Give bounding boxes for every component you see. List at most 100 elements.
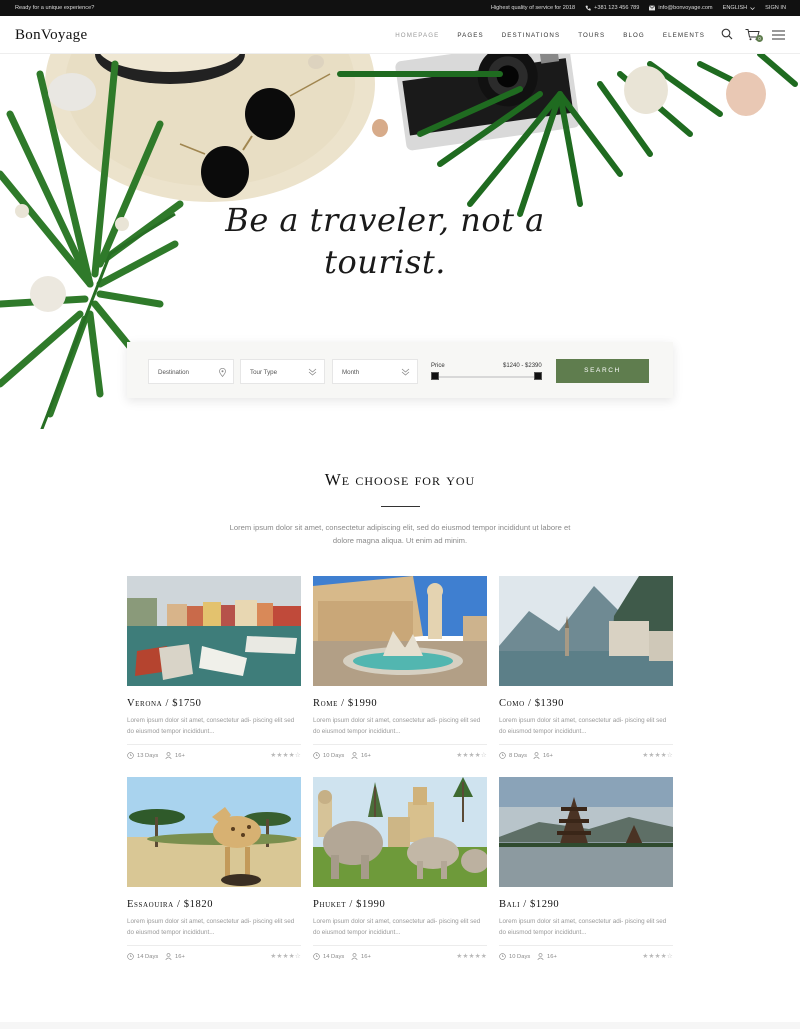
month-select[interactable]: Month <box>332 359 418 384</box>
tour-meta: 13 Days 16+ ★★★★☆ <box>127 751 301 761</box>
phone-link[interactable]: +381 123 456 789 <box>585 5 639 11</box>
top-bar: Ready for a unique experience? Highest q… <box>0 0 800 16</box>
tour-title[interactable]: Bali / $1290 <box>499 899 673 910</box>
tour-age-value: 16+ <box>547 953 557 960</box>
tour-type-placeholder: Tour Type <box>250 369 278 376</box>
price-range-value: $1240 - $2390 <box>503 363 542 369</box>
tagline: Ready for a unique experience? <box>15 5 95 11</box>
tour-card[interactable]: Bali / $1290 Lorem ipsum dolor sit amet,… <box>499 777 673 962</box>
clock-icon <box>499 752 506 759</box>
tour-age: 16+ <box>537 953 557 960</box>
tour-duration: 13 Days <box>127 752 158 759</box>
stone <box>308 55 324 69</box>
tour-meta: 10 Days 16+ ★★★★☆ <box>499 952 673 962</box>
nav-tours[interactable]: TOURS <box>578 32 605 39</box>
tour-meta: 8 Days 16+ ★★★★☆ <box>499 751 673 761</box>
tour-rating: ★★★★☆ <box>270 752 301 759</box>
tour-duration: 10 Days <box>313 752 344 759</box>
tour-title[interactable]: Rome / $1990 <box>313 698 487 709</box>
tour-age: 16+ <box>165 752 185 759</box>
logo[interactable]: BonVoyage <box>15 27 87 44</box>
price-slider-min-handle[interactable] <box>431 372 439 380</box>
language-select[interactable]: ENGLISH <box>723 5 756 11</box>
tour-card[interactable]: Rome / $1990 Lorem ipsum dolor sit amet,… <box>313 576 487 761</box>
user-icon <box>351 752 358 759</box>
tour-meta: 14 Days 16+ ★★★★☆ <box>127 952 301 962</box>
nav-elements[interactable]: ELEMENTS <box>663 32 705 39</box>
bali-photo <box>499 777 673 887</box>
tour-image-rome[interactable] <box>313 576 487 686</box>
tour-image-bali[interactable] <box>499 777 673 887</box>
tour-meta: 10 Days 16+ ★★★★☆ <box>313 751 487 761</box>
nav-pages[interactable]: PAGES <box>457 32 483 39</box>
user-icon <box>351 953 358 960</box>
tour-age: 16+ <box>351 953 371 960</box>
tour-image-phuket[interactable] <box>313 777 487 887</box>
price-slider-max-handle[interactable] <box>534 372 542 380</box>
tour-card[interactable]: Phuket / $1990 Lorem ipsum dolor sit ame… <box>313 777 487 962</box>
quality-text: Highest quality of service for 2018 <box>490 5 576 11</box>
month-placeholder: Month <box>342 369 360 376</box>
tour-age-value: 16+ <box>175 953 185 960</box>
tour-rating: ★★★★★ <box>456 953 487 960</box>
search-button[interactable] <box>721 28 733 40</box>
tour-rating: ★★★★☆ <box>642 953 673 960</box>
price-slider-track[interactable] <box>436 376 540 378</box>
tour-duration: 14 Days <box>313 953 344 960</box>
destination-field[interactable]: Destination <box>148 359 234 384</box>
stone <box>726 72 766 116</box>
rome-photo <box>313 576 487 686</box>
tour-image-como[interactable] <box>499 576 673 686</box>
phuket-photo <box>313 777 487 887</box>
tour-age: 16+ <box>533 752 553 759</box>
como-photo <box>499 576 673 686</box>
clock-icon <box>499 953 506 960</box>
mail-icon <box>649 5 656 11</box>
email-link[interactable]: info@bonvoyage.com <box>649 5 713 11</box>
signin-link[interactable]: SIGN IN <box>765 5 786 11</box>
tour-title[interactable]: Verona / $1750 <box>127 698 301 709</box>
tour-age: 16+ <box>351 752 371 759</box>
nav-destinations[interactable]: DESTINATIONS <box>502 32 560 39</box>
clock-icon <box>127 752 134 759</box>
menu-icon <box>772 30 785 40</box>
tour-description: Lorem ipsum dolor sit amet, consectetur … <box>499 918 667 936</box>
hero-title-line2: tourist. <box>324 243 446 281</box>
card-divider <box>499 744 673 745</box>
tour-type-select[interactable]: Tour Type <box>240 359 325 384</box>
card-divider <box>313 744 487 745</box>
tour-age-value: 16+ <box>543 752 553 759</box>
tour-search-panel: Destination Tour Type Month Price $1240 … <box>127 342 673 398</box>
user-icon <box>165 752 172 759</box>
search-button[interactable]: SEARCH <box>556 359 649 383</box>
tour-rating: ★★★★☆ <box>270 953 301 960</box>
tour-description: Lorem ipsum dolor sit amet, consectetur … <box>127 918 295 936</box>
price-label: Price <box>431 363 445 369</box>
tour-age: 16+ <box>165 953 185 960</box>
tour-image-verona[interactable] <box>127 576 301 686</box>
tour-image-essaouira[interactable] <box>127 777 301 887</box>
nav-homepage[interactable]: HOMEPAGE <box>395 32 439 39</box>
destination-placeholder: Destination <box>158 369 189 376</box>
tour-card[interactable]: Verona / $1750 Lorem ipsum dolor sit ame… <box>127 576 301 761</box>
language-label: ENGLISH <box>722 5 748 11</box>
tour-days: 8 Days <box>509 752 528 759</box>
main-nav: HOMEPAGE PAGES DESTINATIONS TOURS BLOG E… <box>395 32 705 39</box>
tour-age-value: 16+ <box>361 953 371 960</box>
tour-title[interactable]: Como / $1390 <box>499 698 673 709</box>
menu-button[interactable] <box>772 30 785 40</box>
tour-card[interactable]: Como / $1390 Lorem ipsum dolor sit amet,… <box>499 576 673 761</box>
nav-blog[interactable]: BLOG <box>623 32 645 39</box>
tour-duration: 14 Days <box>127 953 158 960</box>
cart-button[interactable]: 0 <box>745 28 763 42</box>
card-divider <box>127 744 301 745</box>
tour-title[interactable]: Essaouira / $1820 <box>127 899 301 910</box>
tour-card[interactable]: Essaouira / $1820 Lorem ipsum dolor sit … <box>127 777 301 962</box>
tour-days: 13 Days <box>137 752 159 759</box>
phone-number: +381 123 456 789 <box>594 5 640 11</box>
stone <box>48 73 96 111</box>
tour-meta: 14 Days 16+ ★★★★★ <box>313 952 487 962</box>
tour-days: 10 Days <box>323 752 345 759</box>
tour-title[interactable]: Phuket / $1990 <box>313 899 487 910</box>
tour-rating: ★★★★☆ <box>642 752 673 759</box>
